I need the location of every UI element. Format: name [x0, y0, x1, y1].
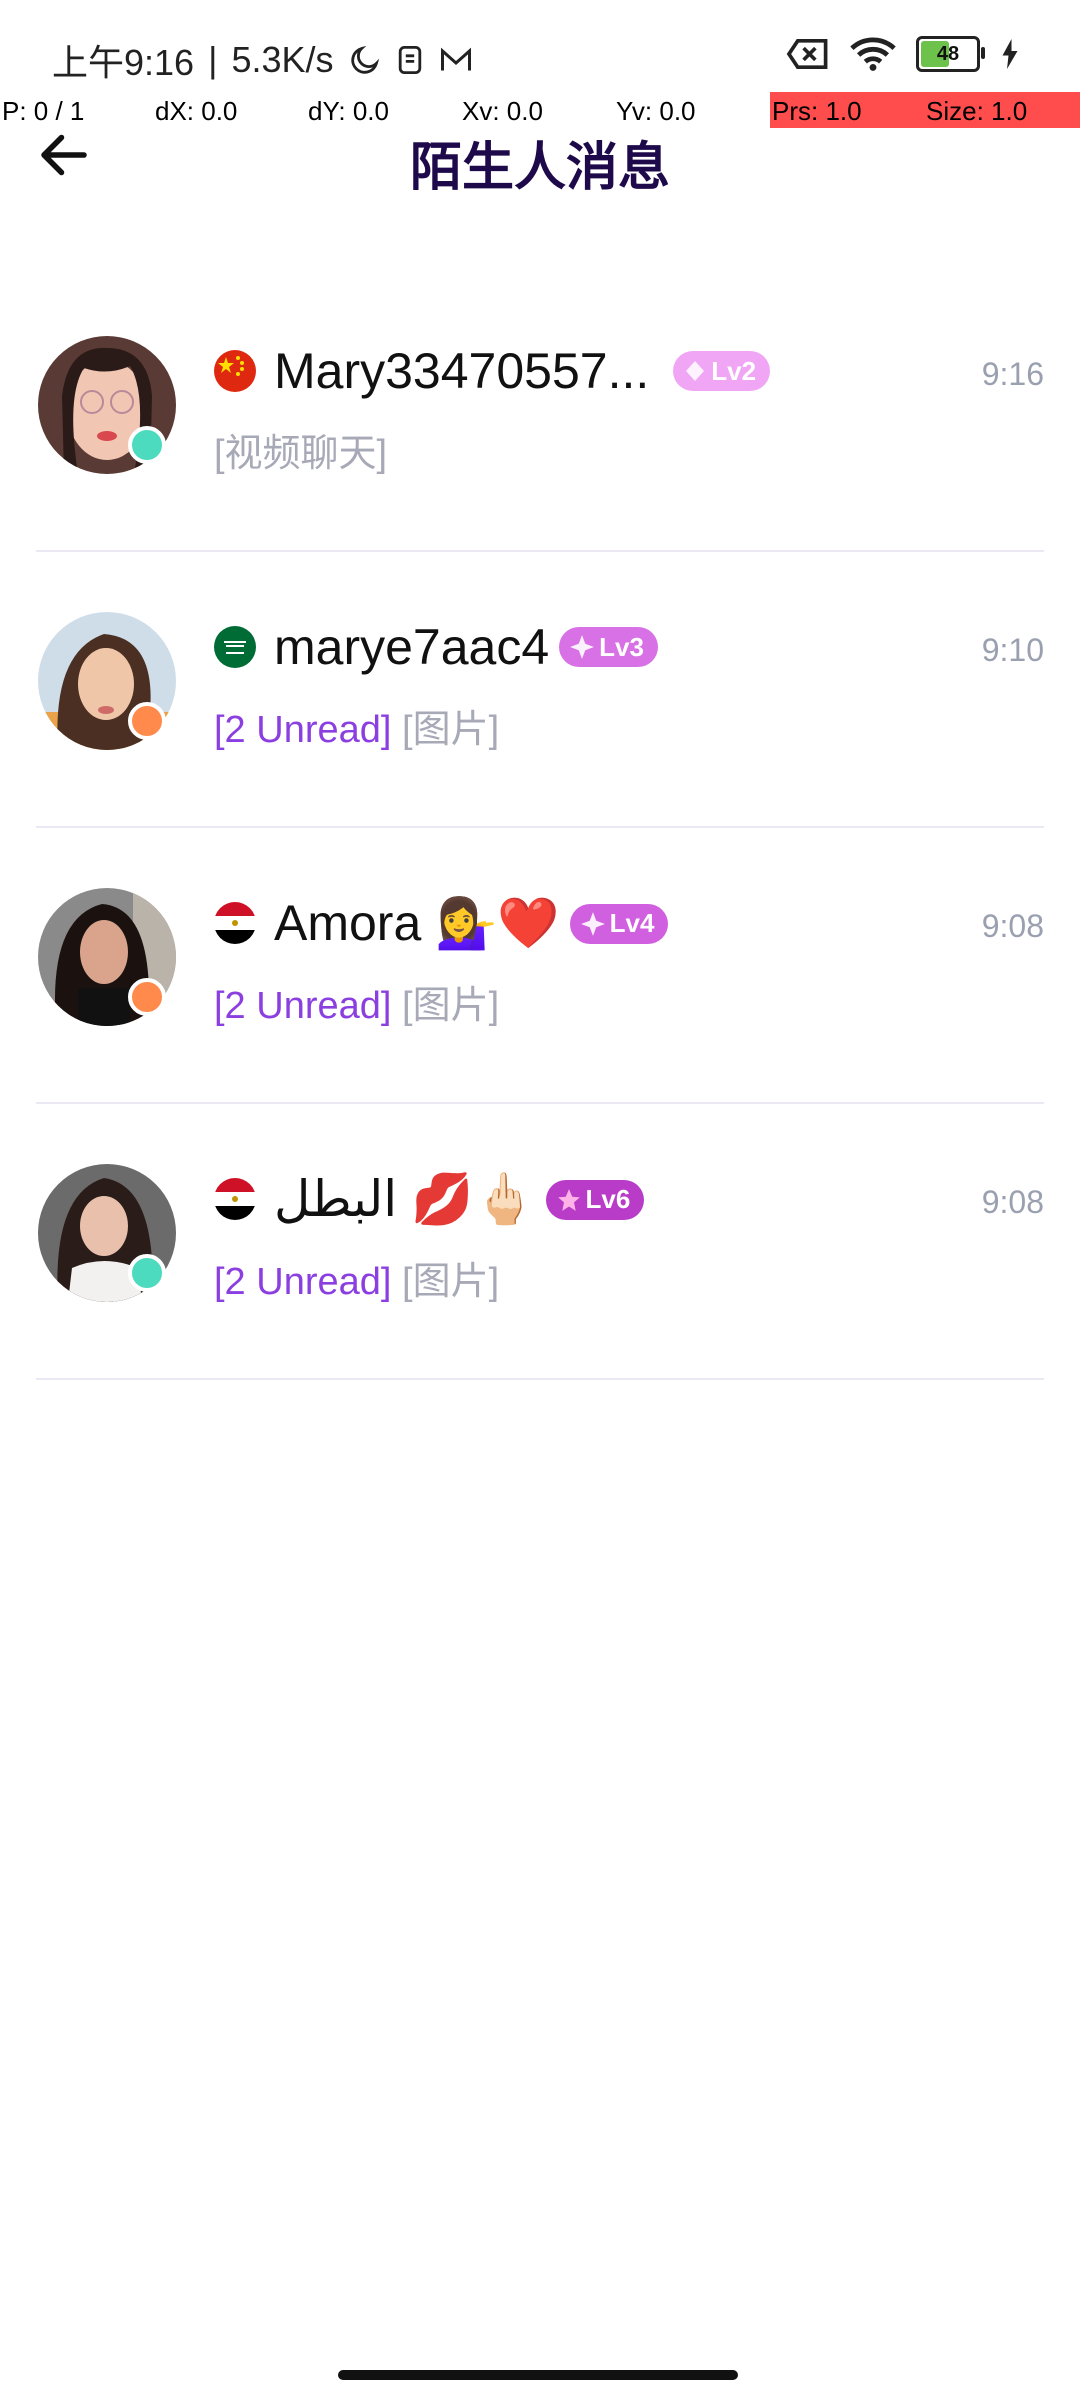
contact-name: البطل 💋🖕🏻 — [274, 1171, 536, 1227]
unread-count: [2 Unread] — [214, 709, 392, 751]
egypt-flag-icon — [214, 902, 256, 944]
contact-name-row: Amora 💁‍♀️❤️ Lv4 — [274, 894, 669, 953]
debug-dy: dY: 0.0 — [308, 96, 389, 126]
charging-icon — [1002, 39, 1018, 69]
conversation-row[interactable]: Amora 💁‍♀️❤️ Lv4 9:08 [2 Unread] [图片] — [0, 828, 1080, 1104]
debug-pressure: Prs: 1.0 — [770, 92, 924, 128]
sparkle-icon — [570, 635, 595, 659]
debug-xv: Xv: 0.0 — [462, 96, 543, 126]
home-indicator[interactable] — [338, 2370, 738, 2380]
level-badge: Lv4 — [569, 903, 669, 944]
level-label: Lv4 — [609, 908, 655, 938]
debug-pointer-count: P: 0 / 1 — [2, 96, 85, 126]
unread-count: [2 Unread] — [214, 985, 392, 1027]
status-net-speed: 5.3K/s — [231, 39, 334, 80]
mail-icon — [440, 47, 471, 71]
contact-name: Mary33470557... — [274, 343, 650, 399]
debug-yv: Yv: 0.0 — [616, 96, 696, 126]
status-left: 上午9:16 | 5.3K/s — [52, 34, 474, 86]
preview-text: [视频聊天] — [214, 433, 388, 475]
egypt-flag-icon — [214, 1178, 256, 1220]
conversation-row[interactable]: marye7aac4 Lv3 9:10 [2 Unread] [图片] — [0, 552, 1080, 828]
header: 陌生人消息 — [0, 125, 1080, 215]
sim-blocked-icon — [786, 38, 828, 70]
page-title: 陌生人消息 — [409, 139, 670, 197]
status-right: 48 — [786, 36, 1020, 72]
busy-status-dot — [128, 978, 166, 1016]
divider — [36, 1378, 1044, 1380]
message-preview: [2 Unread] [图片] — [214, 698, 499, 753]
debug-size: Size: 1.0 — [924, 92, 1080, 128]
conversation-row[interactable]: Mary33470557... Lv2 9:16 [视频聊天] — [0, 276, 1080, 552]
level-label: Lv6 — [585, 1184, 631, 1214]
conversation-row[interactable]: البطل 💋🖕🏻 Lv6 9:08 [2 Unread] [图片] — [0, 1104, 1080, 1380]
message-preview: [视频聊天] — [214, 422, 387, 477]
status-bar: 上午9:16 | 5.3K/s 48 — [0, 0, 1080, 100]
level-label: Lv3 — [599, 631, 644, 662]
battery-icon: 48 — [916, 36, 985, 72]
contact-name-row: marye7aac4 Lv3 — [274, 618, 658, 676]
contact-name: marye7aac4 — [274, 619, 550, 675]
level-badge: Lv3 — [559, 627, 658, 667]
level-badge: Lv6 — [545, 1179, 645, 1220]
battery-level: 48 — [936, 42, 960, 65]
preview-text: [图片] — [402, 985, 500, 1027]
level-label: Lv2 — [711, 355, 757, 386]
wifi-icon — [850, 37, 896, 71]
notification-app-icon — [398, 46, 421, 74]
message-preview: [2 Unread] [图片] — [214, 1250, 499, 1305]
level-badge: Lv2 — [673, 351, 771, 391]
debug-dx: dX: 0.0 — [155, 96, 238, 126]
contact-name-row: البطل 💋🖕🏻 Lv6 — [274, 1170, 645, 1229]
busy-status-dot — [128, 702, 166, 740]
unread-count: [2 Unread] — [214, 1261, 392, 1303]
contact-name-row: Mary33470557... Lv2 — [274, 342, 771, 400]
china-flag-icon — [214, 350, 256, 392]
preview-text: [图片] — [402, 709, 500, 751]
sparkle-icon — [580, 911, 605, 936]
diamond-icon — [686, 361, 705, 381]
conversation-list: Mary33470557... Lv2 9:16 [视频聊天] marye7aa… — [0, 276, 1080, 1380]
message-time: 9:08 — [981, 1184, 1044, 1220]
online-status-dot — [128, 426, 166, 464]
preview-text: [图片] — [402, 1261, 500, 1303]
contact-name: Amora 💁‍♀️❤️ — [274, 895, 560, 951]
status-separator: | — [208, 39, 218, 80]
moon-icon — [350, 45, 379, 74]
star-icon — [557, 1188, 580, 1211]
message-time: 9:16 — [981, 356, 1044, 392]
message-time: 9:08 — [981, 908, 1044, 944]
status-time: 上午9:16 — [52, 42, 195, 83]
message-time: 9:10 — [981, 632, 1044, 668]
saudi-flag-icon — [214, 626, 256, 668]
online-status-dot — [128, 1254, 166, 1292]
message-preview: [2 Unread] [图片] — [214, 974, 499, 1029]
